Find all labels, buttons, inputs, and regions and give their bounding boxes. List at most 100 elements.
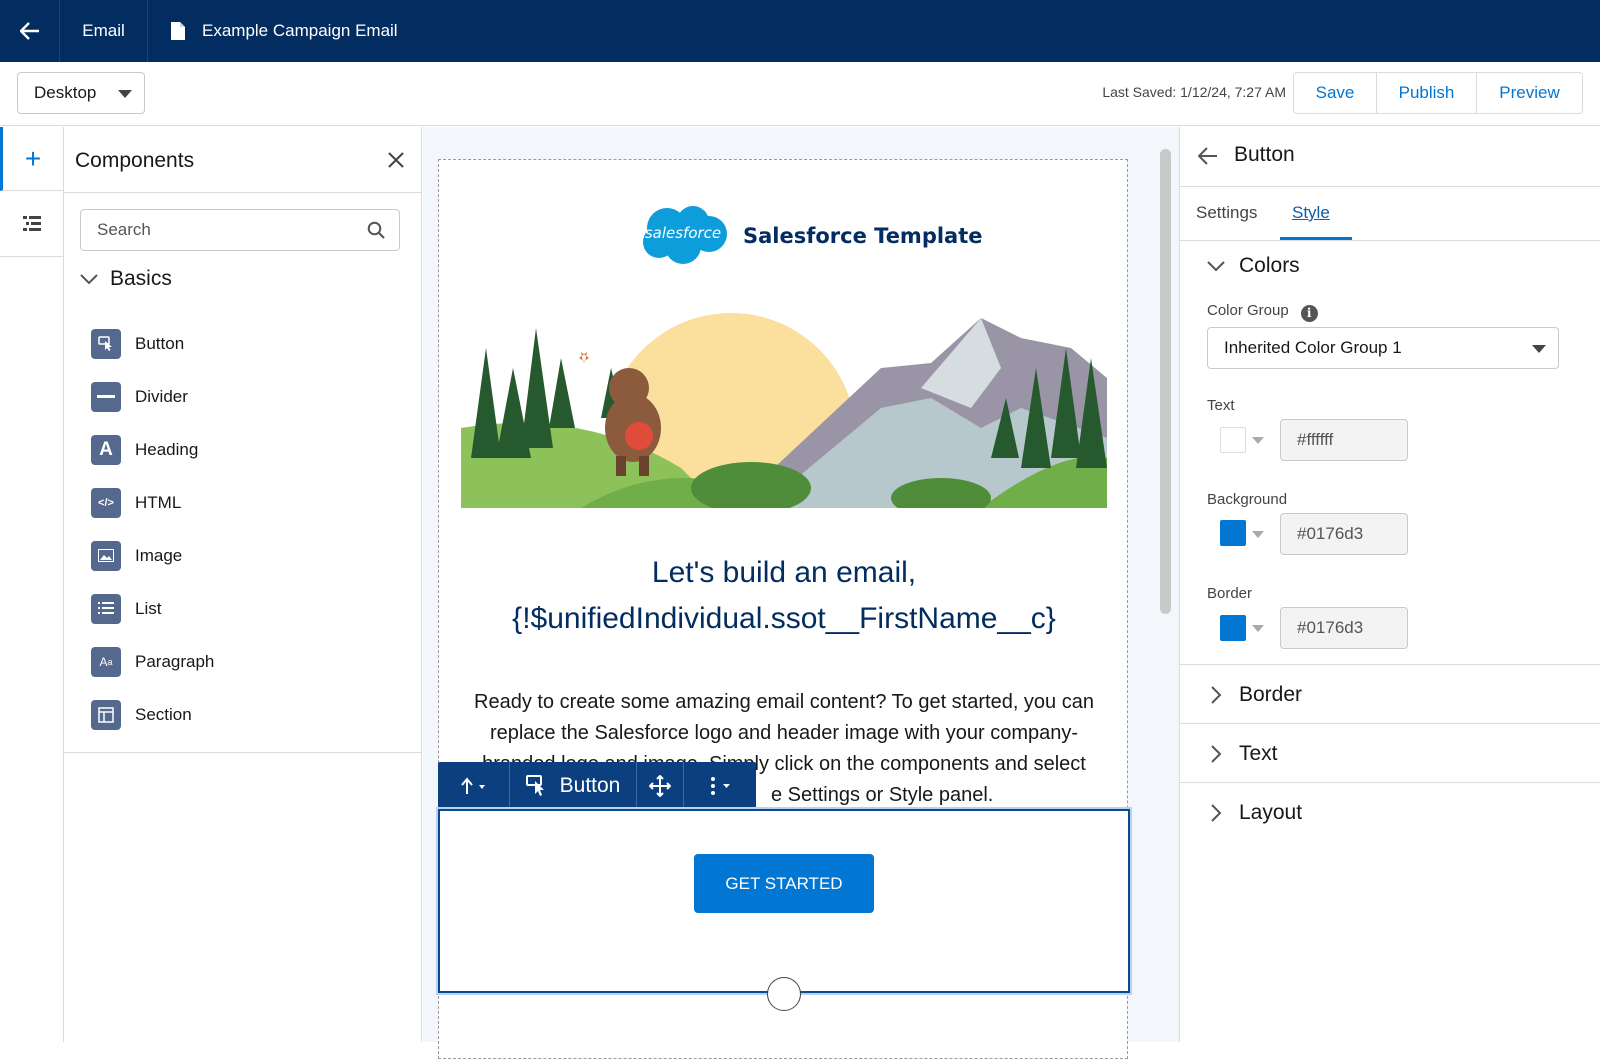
component-html[interactable]: </> HTML [91,476,214,529]
text-color-swatch[interactable] [1220,427,1246,453]
component-section[interactable]: Section [91,688,214,741]
text-color-hex[interactable]: #ffffff [1280,419,1408,461]
preview-button[interactable]: Preview [1476,73,1582,113]
caret-down-icon [1532,345,1546,353]
paragraph-line: Ready to create some amazing email conte… [474,691,1094,713]
save-button[interactable]: Save [1294,73,1376,113]
device-select-value: Desktop [34,83,97,102]
component-list[interactable]: List [91,582,214,635]
text-section-toggle[interactable]: Text [1207,742,1278,766]
tab-campaign-label: Example Campaign Email [202,21,398,40]
caret-down-icon[interactable] [1252,437,1264,444]
color-group-label: Color Group i [1207,302,1318,322]
caret-down-icon[interactable] [1252,625,1264,632]
move-handle[interactable] [637,762,684,810]
active-tab-indicator [1280,237,1352,240]
component-label: Divider [135,386,188,406]
brand-header: salesforce Salesforce Template [637,204,983,268]
search-input[interactable] [81,210,399,250]
components-header: Components [64,127,421,193]
border-color-swatch[interactable] [1220,615,1246,641]
canvas-scrollbar[interactable] [1160,149,1171,614]
component-heading[interactable]: A Heading [91,423,214,476]
landscape-illustration [461,308,1107,508]
component-divider[interactable]: Divider [91,370,214,423]
publish-button[interactable]: Publish [1376,73,1476,113]
chevron-right-icon [1211,686,1222,704]
more-actions-button[interactable] [684,762,756,810]
tab-email-label: Email [82,21,125,40]
tab-settings[interactable]: Settings [1196,203,1257,223]
email-headline[interactable]: Let's build an email, {!$unifiedIndividu… [439,550,1129,642]
info-icon[interactable]: i [1300,304,1318,322]
section-divider [1180,782,1600,783]
layout-section-toggle[interactable]: Layout [1207,801,1302,825]
heading-icon: A [91,434,121,465]
tab-email[interactable]: Email [60,0,148,62]
headline-line: Let's build an email, [651,556,917,589]
arrow-up-icon [460,777,485,794]
component-paragraph[interactable]: Aa Paragraph [91,635,214,688]
caret-down-icon[interactable] [1252,531,1264,538]
editor-toolbar: Desktop Last Saved: 1/12/24, 7:27 AM Sav… [0,62,1600,126]
email-canvas: salesforce Salesforce Template Let's bui… [423,127,1179,1059]
get-started-button[interactable]: GET STARTED [694,854,874,913]
color-group-select[interactable]: Inherited Color Group 1 [1207,327,1559,369]
move-icon [649,775,671,797]
select-parent-button[interactable] [438,762,510,810]
list-icon [91,593,121,624]
caret-down-icon [118,90,132,98]
resize-handle[interactable] [767,977,801,1011]
properties-header: Button [1180,127,1600,187]
properties-title: Button [1234,143,1295,166]
arrow-left-icon[interactable] [1198,147,1218,165]
add-components-tab[interactable]: + [0,127,63,191]
search-field [80,209,400,251]
close-icon[interactable] [385,149,407,171]
color-group-value: Inherited Color Group 1 [1224,338,1402,357]
border-color-hex[interactable]: #0176d3 [1280,607,1408,649]
component-label: Heading [135,439,199,459]
border-section-toggle[interactable]: Border [1207,683,1302,707]
image-icon [91,540,121,571]
background-color-swatch[interactable] [1220,520,1246,546]
tab-campaign-email[interactable]: Example Campaign Email [148,0,398,62]
basics-group-toggle[interactable]: Basics [80,267,172,291]
document-icon [171,22,185,40]
plus-icon: + [24,142,42,174]
component-label: Image [135,545,183,565]
component-button[interactable]: Button [91,317,214,370]
paragraph-line: replace the Salesforce logo and header i… [489,722,1079,744]
paragraph-icon: Aa [91,646,121,677]
component-label: Button [135,333,185,353]
salesforce-logo: salesforce [643,206,727,264]
tab-style[interactable]: Style [1292,203,1330,223]
background-color-hex[interactable]: #0176d3 [1280,513,1408,555]
context-toolbar-label: Button [559,774,621,797]
component-list: Button Divider A Heading </> HTML Image … [91,317,214,741]
selected-button-block[interactable]: GET STARTED [438,809,1130,1011]
panel-divider [64,752,421,753]
component-context-toolbar: Button [438,762,756,810]
border-section-label: Border [1239,683,1303,706]
device-select[interactable]: Desktop [17,72,145,114]
components-panel: Components Basics Button Divider A Headi… [64,127,422,1042]
component-type-button[interactable]: Button [510,762,637,810]
hero-image[interactable] [461,308,1107,508]
more-vertical-icon [711,777,730,795]
cursor-hand-icon [525,775,544,796]
components-title: Components [75,149,195,172]
colors-section-toggle[interactable]: Colors [1207,254,1300,278]
layout-section-label: Layout [1239,801,1303,824]
background-color-label: Background [1207,491,1288,508]
headline-line: {!$unifiedIndividual.ssot__FirstName__c} [512,602,1056,635]
outline-tab[interactable] [0,191,63,257]
last-saved-text: Last Saved: 1/12/24, 7:27 AM [1102,84,1286,100]
component-label: HTML [135,492,182,512]
text-color-label: Text [1207,397,1235,414]
back-button[interactable] [0,0,60,62]
component-image[interactable]: Image [91,529,214,582]
section-divider [1180,664,1600,665]
chevron-right-icon [1211,804,1222,822]
section-divider [1180,723,1600,724]
